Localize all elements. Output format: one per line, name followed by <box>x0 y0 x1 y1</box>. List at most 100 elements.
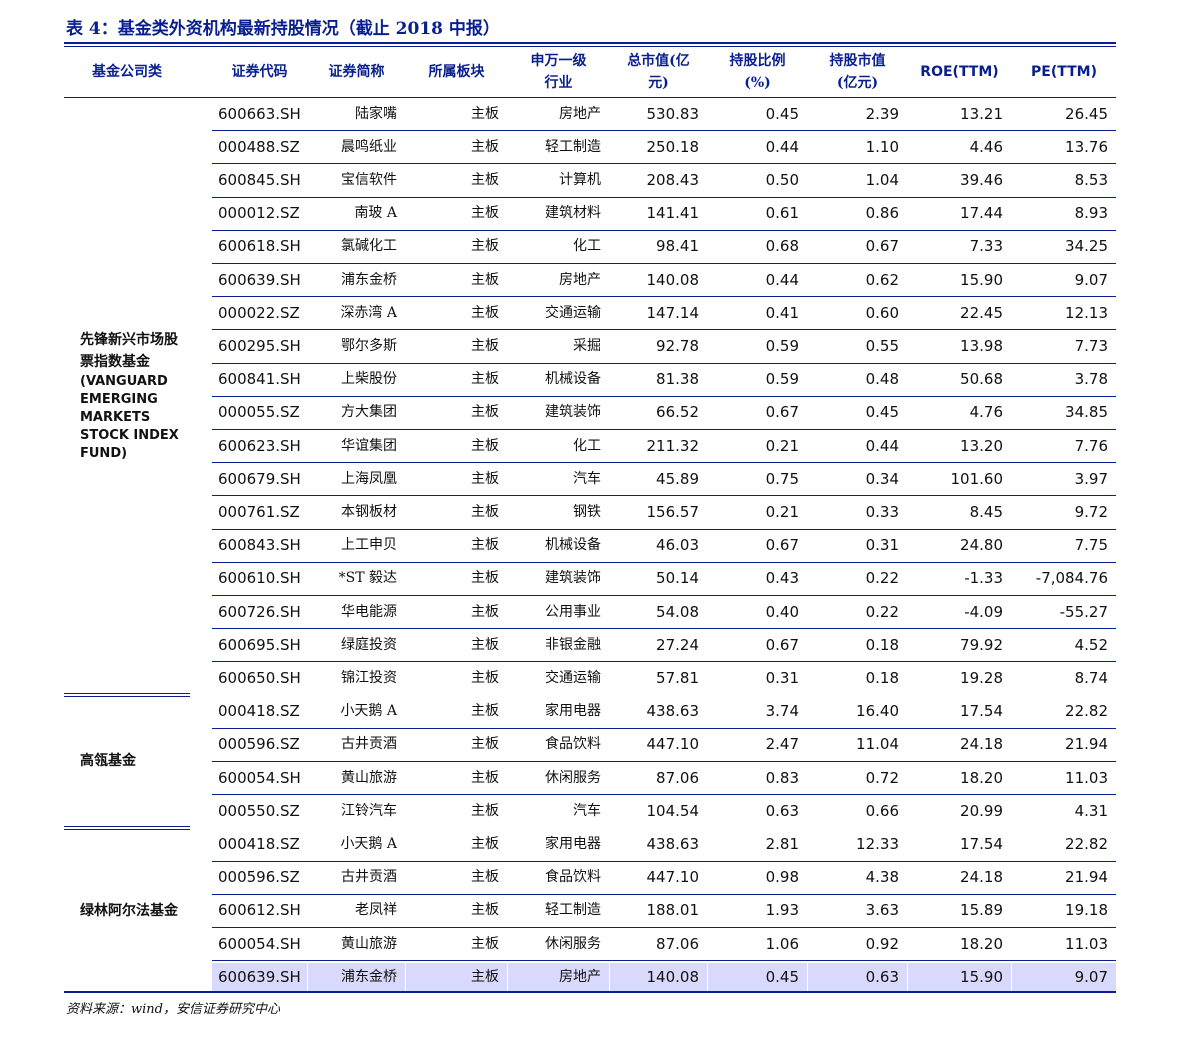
cell-name: 古井贡酒 <box>341 869 397 886</box>
cell-industry: 休闲服务 <box>545 935 601 952</box>
cell-mktcap: 140.08 <box>610 962 707 991</box>
cell-value: 0.66 <box>865 801 899 820</box>
cell-industry: 公用事业 <box>545 603 601 620</box>
table-row: 600843.SH 上工申贝 主板 机械设备 46.03 0.67 0.31 24.80 7.7… <box>212 529 1116 562</box>
header-name: 证券简称 <box>328 64 385 80</box>
cell-ratio: 2.47 <box>765 735 799 754</box>
cell-board: 主板 <box>471 371 499 388</box>
cell-industry: 房地产 <box>508 962 609 991</box>
cell-pe: -7,084.76 <box>1035 569 1108 588</box>
cell-value: 12.33 <box>856 834 899 853</box>
cell-mktcap: 98.41 <box>656 237 699 256</box>
cell-code: 600295.SH <box>218 336 301 355</box>
cell-mktcap: 438.63 <box>646 834 700 853</box>
cell-value: 0.33 <box>865 502 899 521</box>
cell-code: 600610.SH <box>218 569 301 588</box>
cell-ratio: 0.31 <box>765 668 799 687</box>
cell-mktcap: 188.01 <box>646 901 700 920</box>
cell-mktcap: 54.08 <box>656 602 699 621</box>
cell-ratio: 0.59 <box>765 370 799 389</box>
cell-value: 0.72 <box>865 768 899 787</box>
cell-code: 600726.SH <box>218 602 301 621</box>
table-row: 600623.SH 华谊集团 主板 化工 211.32 0.21 0.44 13.20 7.76 <box>212 430 1116 463</box>
cell-value: 0.55 <box>865 336 899 355</box>
table-row: 600845.SH 宝信软件 主板 计算机 208.43 0.50 1.04 39.46 8.5… <box>212 164 1116 197</box>
cell-code: 600612.SH <box>218 901 301 920</box>
table-row: 600695.SH 绿庭投资 主板 非银金融 27.24 0.67 0.18 79.92 4.5… <box>212 629 1116 662</box>
cell-code: 600679.SH <box>218 469 301 488</box>
cell-pe: 11.03 <box>1065 934 1108 953</box>
cell-industry: 房地产 <box>559 105 601 122</box>
cell-code: 600650.SH <box>218 668 301 687</box>
cell-value: 0.92 <box>865 934 899 953</box>
cell-value: 1.04 <box>865 170 899 189</box>
cell-ratio: 0.83 <box>765 768 799 787</box>
cell-name: 上柴股份 <box>341 371 397 388</box>
cell-board: 主板 <box>471 636 499 653</box>
cell-board: 主板 <box>471 105 499 122</box>
cell-name: 华谊集团 <box>341 437 397 454</box>
cell-board: 主板 <box>471 404 499 421</box>
cell-mktcap: 104.54 <box>646 801 700 820</box>
cell-board: 主板 <box>471 503 499 520</box>
cell-value: 2.39 <box>865 104 899 123</box>
cell-mktcap: 87.06 <box>656 768 699 787</box>
table-row: 600639.SH 浦东金桥 主板 房地产 140.08 0.45 0.63 15.90 9.0… <box>212 961 1116 994</box>
cell-name: 方大集团 <box>341 404 397 421</box>
cell-mktcap: 140.08 <box>646 270 700 289</box>
cell-ratio: 3.74 <box>765 702 799 721</box>
cell-name: 锦江投资 <box>341 669 397 686</box>
cell-board: 主板 <box>471 835 499 852</box>
table-row: 600679.SH 上海凤凰 主板 汽车 45.89 0.75 0.34 101.60 3.97 <box>212 463 1116 496</box>
table-row: 600054.SH 黄山旅游 主板 休闲服务 87.06 1.06 0.92 18.20 11.… <box>212 928 1116 961</box>
cell-pe: 8.74 <box>1074 668 1108 687</box>
cell-name: 小天鹅 A <box>340 835 397 852</box>
cell-ratio: 1.93 <box>765 901 799 920</box>
cell-name: 小天鹅 A <box>340 703 397 720</box>
cell-industry: 食品饮料 <box>545 736 601 753</box>
cell-industry: 家用电器 <box>545 703 601 720</box>
cell-board: 主板 <box>471 470 499 487</box>
cell-pe: 22.82 <box>1065 702 1108 721</box>
cell-roe: 17.54 <box>960 702 1003 721</box>
cell-roe: 7.33 <box>969 237 1003 256</box>
cell-pe: 7.73 <box>1074 336 1108 355</box>
table-title: 表 4：基金类外资机构最新持股情况（截止 2018 中报） <box>66 19 500 39</box>
cell-pe: 21.94 <box>1065 735 1108 754</box>
cell-board: 主板 <box>471 769 499 786</box>
cell-board: 主板 <box>471 669 499 686</box>
cell-name: 深赤湾 A <box>340 304 397 321</box>
cell-code: 000022.SZ <box>218 303 300 322</box>
cell-roe: 4.76 <box>969 403 1003 422</box>
cell-value: 3.63 <box>865 901 899 920</box>
fund-group-label: 先锋新兴市场股票指数基金 (VANGUARD EMERGING MARKETS S… <box>80 98 188 696</box>
cell-value: 0.86 <box>865 204 899 223</box>
header-code: 证券代码 <box>231 64 288 80</box>
cell-board: 主板 <box>471 205 499 222</box>
cell-roe: 19.28 <box>960 668 1003 687</box>
cell-code: 600845.SH <box>218 170 301 189</box>
table-row: 000596.SZ 古井贡酒 主板 食品饮料 447.10 0.98 4.38 24.18 21… <box>212 861 1116 894</box>
cell-mktcap: 250.18 <box>646 137 700 156</box>
cell-roe: 8.45 <box>969 502 1003 521</box>
cell-industry: 建筑装饰 <box>545 570 601 587</box>
fund-group-label: 高瓴基金 <box>80 695 188 828</box>
cell-code: 000596.SZ <box>218 735 300 754</box>
table-row: 600054.SH 黄山旅游 主板 休闲服务 87.06 0.83 0.72 18.20 11.… <box>212 762 1116 795</box>
cell-name: 上海凤凰 <box>341 470 397 487</box>
cell-roe: 20.99 <box>960 801 1003 820</box>
cell-name: 黄山旅游 <box>341 769 397 786</box>
cell-code: 600639.SH <box>212 962 307 991</box>
cell-industry: 房地产 <box>559 271 601 288</box>
cell-mktcap: 27.24 <box>656 635 699 654</box>
cell-board: 主板 <box>471 171 499 188</box>
header-roe: ROE(TTM) <box>920 64 999 80</box>
cell-roe: 18.20 <box>960 934 1003 953</box>
cell-value: 0.48 <box>865 370 899 389</box>
top-rule-thin <box>64 46 1116 47</box>
cell-pe: 21.94 <box>1065 868 1108 887</box>
cell-industry: 计算机 <box>559 171 601 188</box>
cell-pe: 3.97 <box>1074 469 1108 488</box>
cell-ratio: 0.45 <box>765 104 799 123</box>
cell-industry: 交通运输 <box>545 669 601 686</box>
